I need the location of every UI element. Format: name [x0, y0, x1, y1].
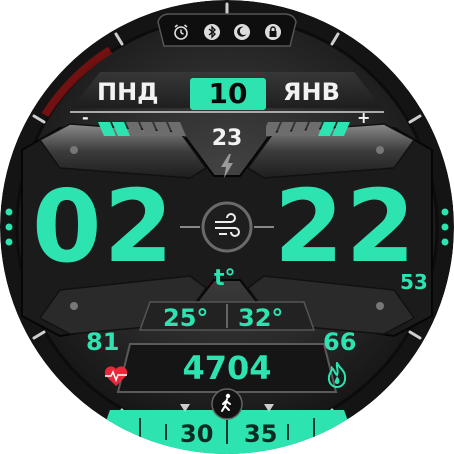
dial-tick-30: 30 — [180, 420, 214, 448]
battery-minus: - — [82, 108, 89, 127]
seconds-display: 53 — [400, 270, 428, 294]
alarm-icon[interactable] — [172, 23, 190, 41]
minutes-display: 22 — [274, 168, 418, 285]
battery-plus: + — [357, 108, 371, 127]
weekday-label: ПНД — [97, 78, 159, 106]
month-label: ЯНВ — [283, 78, 340, 106]
lightning-icon — [219, 154, 235, 178]
chevron-down-icon-right — [264, 397, 274, 412]
battery-bar-right — [262, 121, 356, 136]
temperature-min: 25° — [163, 304, 209, 332]
charge-value: 23 — [211, 126, 243, 151]
heart-rate-value: 81 — [86, 328, 120, 356]
calories-value: 66 — [323, 328, 357, 356]
moon-icon[interactable] — [233, 23, 251, 41]
temperature-label: t° — [214, 266, 236, 291]
weather-wind-icon[interactable] — [211, 212, 243, 242]
walking-icon[interactable] — [211, 388, 243, 420]
chevron-down-icon-left — [180, 397, 190, 412]
steps-value: 4704 — [182, 349, 272, 387]
heart-icon[interactable] — [103, 364, 129, 388]
flame-icon[interactable] — [326, 360, 348, 388]
dial-tick-35: 35 — [244, 420, 278, 448]
status-icons-row — [166, 20, 288, 44]
hours-display: 02 — [32, 168, 176, 285]
lock-icon[interactable] — [264, 23, 282, 41]
bluetooth-icon[interactable] — [203, 23, 221, 41]
day-number: 10 — [208, 77, 248, 110]
temperature-max: 32° — [238, 304, 284, 332]
battery-bar-left — [98, 121, 188, 136]
